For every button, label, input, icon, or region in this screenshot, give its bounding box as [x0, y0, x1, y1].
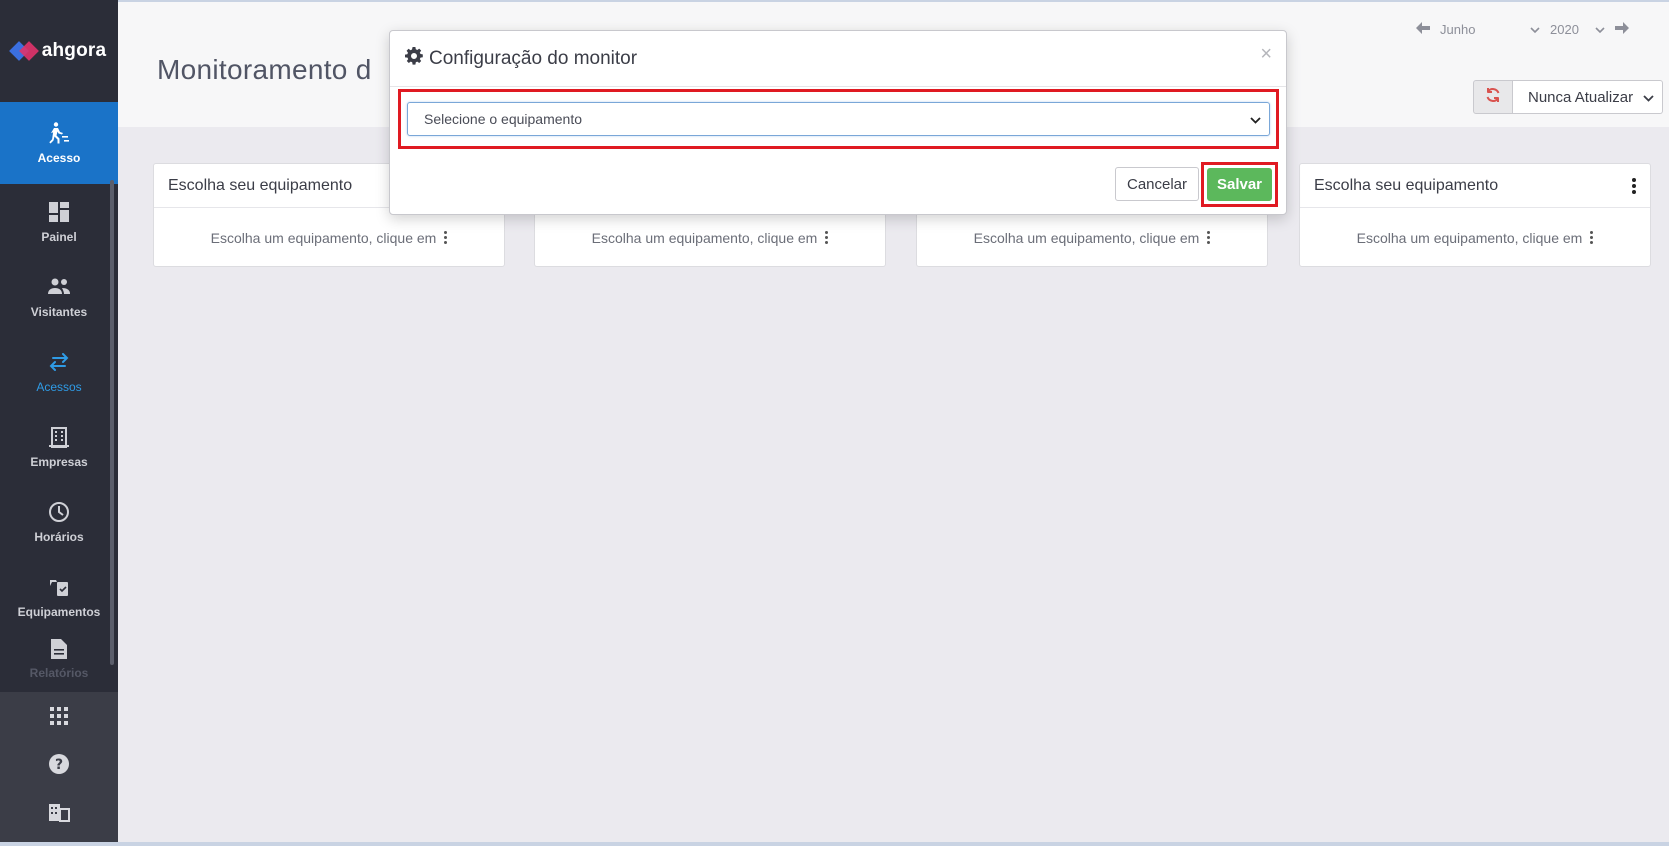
chevron-down-icon: [1250, 111, 1261, 127]
equipment-select[interactable]: Selecione o equipamento: [407, 102, 1270, 136]
kebab-menu-icon: [1207, 231, 1211, 244]
equipment-select-value: Selecione o equipamento: [424, 111, 583, 127]
sidebar-item-label: Empresas: [30, 454, 88, 469]
card-hint: Escolha um equipamento, clique em: [973, 229, 1200, 246]
sidebar-item-horarios[interactable]: Horários: [0, 484, 118, 559]
sidebar-item-acessos[interactable]: Acessos: [0, 334, 118, 409]
ahgora-logo[interactable]: ahgora: [0, 0, 118, 102]
sidebar-item-label: Acesso: [37, 151, 81, 165]
card-title: Escolha seu equipamento: [1314, 176, 1499, 194]
device-icon: [47, 575, 71, 599]
year-select[interactable]: 2020: [1550, 22, 1605, 37]
arrows-swap-icon: [47, 350, 71, 374]
users-icon: [47, 275, 71, 299]
window-bottom-border: [0, 842, 1669, 846]
sidebar-bottom: ?: [0, 692, 118, 846]
card-hint: Escolha um equipamento, clique em: [591, 229, 818, 246]
period-selector: Junho 2020: [1416, 22, 1629, 37]
monitor-config-modal: Configuração do monitor × Selecione o eq…: [389, 30, 1287, 215]
card-hint: Escolha um equipamento, clique em: [1356, 229, 1583, 246]
card-hint: Escolha um equipamento, clique em: [210, 229, 437, 246]
ahgora-logo-icon: [8, 38, 39, 64]
svg-text:?: ?: [55, 757, 63, 773]
refresh-button[interactable]: [1473, 80, 1513, 114]
sidebar-item-relatorios[interactable]: Relatórios: [0, 634, 118, 680]
building-icon: [47, 425, 71, 449]
modal-title: Configuração do monitor: [429, 47, 638, 69]
modal-header: Configuração do monitor: [390, 31, 1286, 87]
save-button[interactable]: Salvar: [1207, 168, 1272, 201]
sidebar-scrollbar[interactable]: [110, 180, 114, 665]
dashboard-icon: [47, 200, 71, 224]
month-select[interactable]: Junho: [1440, 22, 1540, 37]
card-menu-button[interactable]: [1632, 177, 1636, 194]
card-title: Escolha seu equipamento: [168, 176, 353, 194]
kebab-menu-icon: [444, 231, 448, 244]
month-value: Junho: [1440, 22, 1476, 37]
sidebar-item-acesso[interactable]: Acesso: [0, 102, 118, 184]
sidebar-item-label: Equipamentos: [17, 604, 101, 619]
cancel-button[interactable]: Cancelar: [1115, 167, 1199, 201]
kebab-menu-icon: [1590, 231, 1594, 244]
page-title: Monitoramento d: [157, 54, 372, 85]
card-body: Escolha um equipamento, clique em: [1300, 208, 1650, 267]
refresh-icon: [1485, 87, 1501, 108]
chevron-down-icon: [1643, 89, 1654, 106]
sidebar-item-painel[interactable]: Painel: [0, 184, 118, 259]
chevron-down-icon: [1595, 22, 1605, 37]
sidebar-item-visitantes[interactable]: Visitantes: [0, 259, 118, 334]
sidebar-item-label: Visitantes: [30, 304, 88, 319]
person-walking-icon: [47, 121, 71, 145]
refresh-interval-value: Nunca Atualizar: [1528, 88, 1634, 106]
chevron-down-icon: [1530, 22, 1540, 37]
card-body: Escolha um equipamento, clique em: [154, 208, 504, 267]
company-icon[interactable]: [0, 788, 118, 836]
sidebar-item-label: Acessos: [36, 379, 82, 394]
arrow-left-icon[interactable]: [1416, 22, 1430, 37]
auto-refresh-control: Nunca Atualizar: [1473, 80, 1663, 114]
year-value: 2020: [1550, 22, 1579, 37]
help-icon[interactable]: ?: [0, 740, 118, 788]
close-icon[interactable]: ×: [1260, 43, 1272, 66]
sidebar: ahgora Acesso Painel Visitantes Acessos …: [0, 0, 118, 846]
arrow-right-icon[interactable]: [1615, 22, 1629, 37]
card-body: Escolha um equipamento, clique em: [917, 208, 1267, 267]
save-button-highlight: Salvar: [1201, 162, 1278, 207]
monitor-card: Escolha seu equipamento Escolha um equip…: [1299, 163, 1651, 267]
sidebar-item-label: Horários: [34, 529, 84, 544]
equipment-select-highlight: Selecione o equipamento: [398, 89, 1279, 149]
refresh-interval-select[interactable]: Nunca Atualizar: [1513, 80, 1663, 114]
sidebar-item-label: Relatórios: [29, 666, 89, 680]
sidebar-item-label: Painel: [41, 229, 77, 244]
sidebar-item-empresas[interactable]: Empresas: [0, 409, 118, 484]
logo-text: ahgora: [41, 40, 107, 61]
clock-icon: [47, 500, 71, 524]
document-icon: [47, 638, 71, 660]
apps-grid-icon[interactable]: [0, 692, 118, 740]
card-body: Escolha um equipamento, clique em: [535, 208, 885, 267]
card-header: Escolha seu equipamento: [1300, 164, 1650, 208]
sidebar-item-equipamentos[interactable]: Equipamentos: [0, 559, 118, 634]
kebab-menu-icon: [825, 231, 829, 244]
gear-icon: [405, 46, 423, 71]
